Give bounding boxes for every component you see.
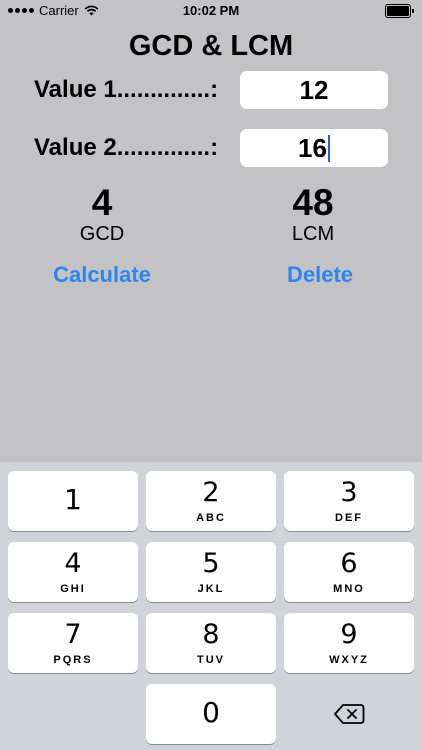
key-digit: 3 [340, 477, 358, 508]
key-4[interactable]: 4 GHI [8, 542, 138, 602]
status-bar: Carrier 10:02 PM [0, 0, 422, 22]
text-caret [327, 134, 330, 162]
numeric-keyboard: 1 2 ABC 3 DEF 4 GHI 5 JKL 6 MNO 7 PQRS 8… [0, 462, 422, 750]
gcd-result: 4 GCD [32, 182, 172, 246]
lcm-result: 48 LCM [243, 182, 383, 246]
key-2[interactable]: 2 ABC [146, 471, 276, 531]
key-8[interactable]: 8 TUV [146, 613, 276, 673]
app-screen: Carrier 10:02 PM GCD & LCM Value 1......… [0, 0, 422, 462]
calculate-button[interactable]: Calculate [22, 262, 182, 288]
key-digit: 4 [64, 548, 82, 579]
backspace-icon [334, 704, 365, 724]
value1-text: 12 [299, 75, 329, 105]
key-7[interactable]: 7 PQRS [8, 613, 138, 673]
key-digit: 1 [64, 483, 82, 516]
key-digit: 6 [340, 548, 358, 579]
lcm-value: 48 [292, 182, 334, 223]
battery-icon [385, 4, 414, 18]
key-letters: GHI [60, 583, 86, 595]
value2-label: Value 2..............: [34, 134, 219, 161]
key-letters: WXYZ [329, 654, 369, 666]
page-title: GCD & LCM [128, 30, 294, 62]
key-6[interactable]: 6 MNO [284, 542, 414, 602]
delete-button[interactable]: Delete [240, 262, 400, 288]
gcd-value: 4 [91, 182, 113, 223]
key-1[interactable]: 1 [8, 471, 138, 531]
key-5[interactable]: 5 JKL [146, 542, 276, 602]
backspace-key[interactable] [284, 684, 414, 744]
gcd-label: GCD [79, 223, 125, 245]
key-letters: PQRS [53, 654, 93, 666]
value2-field[interactable]: 16 [240, 129, 388, 167]
key-letters: TUV [197, 654, 225, 666]
lcm-label: LCM [291, 223, 335, 245]
key-9[interactable]: 9 WXYZ [284, 613, 414, 673]
key-digit: 5 [202, 548, 220, 579]
value1-label: Value 1..............: [34, 76, 219, 103]
key-letters: MNO [333, 583, 365, 595]
key-digit: 8 [202, 619, 220, 650]
key-0[interactable]: 0 [146, 684, 276, 744]
key-letters: JKL [197, 583, 225, 595]
key-3[interactable]: 3 DEF [284, 471, 414, 531]
key-digit: 7 [64, 619, 82, 650]
value2-text: 16 [298, 133, 327, 163]
key-digit: 0 [202, 696, 220, 729]
key-letters: DEF [335, 512, 363, 524]
status-time: 10:02 PM [182, 3, 240, 18]
value1-field[interactable]: 12 [240, 71, 388, 109]
key-digit: 2 [202, 477, 220, 508]
key-letters: ABC [196, 512, 226, 524]
key-digit: 9 [340, 619, 358, 650]
